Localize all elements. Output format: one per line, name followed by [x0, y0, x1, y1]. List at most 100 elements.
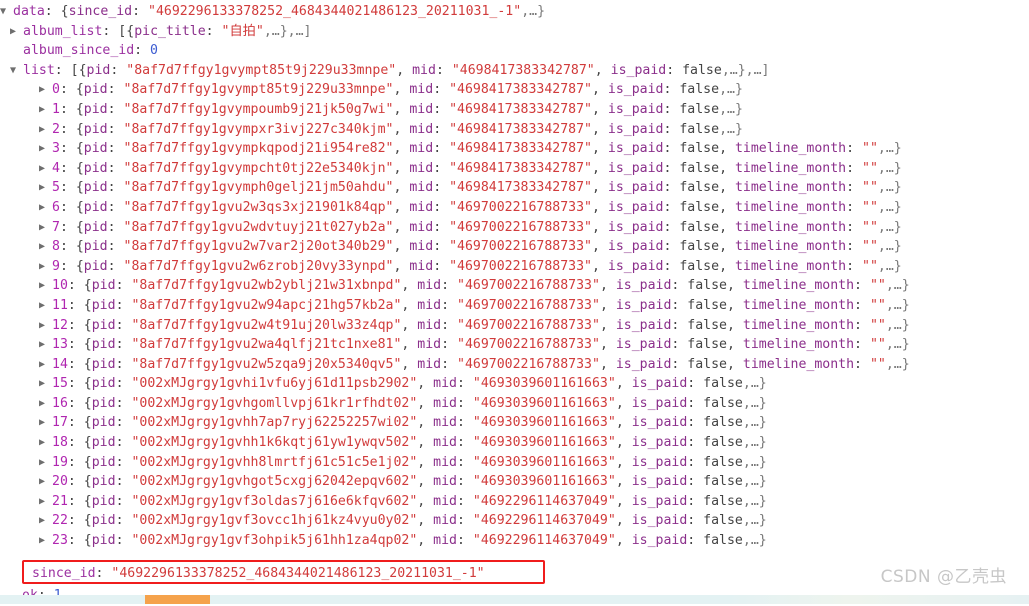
- collapse-triangle-right-icon[interactable]: ▶: [39, 374, 52, 394]
- scrollbar-thumb[interactable]: [145, 595, 210, 604]
- collapse-triangle-right-icon[interactable]: ▶: [39, 237, 52, 257]
- collapse-triangle-right-icon[interactable]: ▶: [39, 492, 52, 512]
- punct-colon-is-paid: :: [687, 533, 704, 549]
- collapse-triangle-right-icon[interactable]: ▶: [39, 394, 52, 414]
- tree-row-list-item[interactable]: ▶ 6: {pid: "8af7d7ffgy1gvu2w3qs3xj21901k8…: [0, 198, 1029, 218]
- punct-comma-1: ,: [401, 356, 418, 372]
- collapse-triangle-right-icon[interactable]: ▶: [39, 100, 52, 120]
- json-tree-viewer[interactable]: ▼ data: {since_id: "4692296133378252_4684…: [0, 0, 1029, 596]
- row-tail-ellipsis: ,…}: [742, 376, 767, 392]
- collapse-triangle-right-icon[interactable]: ▶: [10, 22, 23, 42]
- key-pid: pid: [91, 278, 116, 294]
- tree-row-list-item[interactable]: ▶ 18: {pid: "002xMJgrgy1gvhh1k6kqtj61yw1y…: [0, 433, 1029, 453]
- collapse-triangle-right-icon[interactable]: ▶: [39, 80, 52, 100]
- collapse-triangle-right-icon[interactable]: ▶: [39, 355, 52, 375]
- key-timeline-month: timeline_month: [734, 258, 847, 274]
- punct-colon-mid: :: [441, 297, 458, 313]
- collapse-triangle-right-icon[interactable]: ▶: [39, 120, 52, 140]
- tree-row-list-item[interactable]: ▶ 7: {pid: "8af7d7ffgy1gvu2wdvtuyj21t027y…: [0, 218, 1029, 238]
- key-mid: mid: [417, 337, 442, 353]
- punct-open-brace: {: [83, 493, 92, 509]
- key-is-paid: is_paid: [615, 297, 672, 313]
- list-item-index: 19: [52, 454, 68, 470]
- collapse-triangle-right-icon[interactable]: ▶: [39, 178, 52, 198]
- tree-row-list-item[interactable]: ▶ 17: {pid: "002xMJgrgy1gvhh7ap7ryj622522…: [0, 413, 1029, 433]
- collapse-triangle-right-icon[interactable]: ▶: [39, 453, 52, 473]
- tree-row-list-item[interactable]: ▶ 23: {pid: "002xMJgrgy1gvf3ohpik5j61hh1z…: [0, 531, 1029, 551]
- collapse-triangle-right-icon[interactable]: ▶: [39, 511, 52, 531]
- tree-row-list-item[interactable]: ▶ 9: {pid: "8af7d7ffgy1gvu2w6zrobj20vy33y…: [0, 257, 1029, 277]
- tree-row-list-item[interactable]: ▶ 11: {pid: "8af7d7ffgy1gvu2w94apcj21hg57…: [0, 296, 1029, 316]
- collapse-triangle-right-icon[interactable]: ▶: [39, 296, 52, 316]
- tree-row-list-item[interactable]: ▶ 5: {pid: "8af7d7ffgy1gvymph0gelj21jm50a…: [0, 178, 1029, 198]
- punct-colon-pid: :: [115, 337, 132, 353]
- value-mid: "4697002216788733": [457, 297, 600, 313]
- tree-row-list-item[interactable]: ▶ 20: {pid: "002xMJgrgy1gvhgot5cxgj62042e…: [0, 472, 1029, 492]
- collapse-triangle-right-icon[interactable]: ▶: [39, 218, 52, 238]
- list-item-index: 21: [52, 493, 68, 509]
- value-pid: "8af7d7ffgy1gvympcht0tj22e5340kjn": [123, 160, 394, 176]
- punct-colon-is-paid: :: [687, 474, 704, 490]
- punct-comma-1: ,: [417, 474, 434, 490]
- punct-open-brace: {: [83, 415, 92, 431]
- list-item-index: 18: [52, 435, 68, 451]
- key-pid: pid: [83, 199, 108, 215]
- horizontal-scrollbar[interactable]: [0, 595, 1029, 604]
- collapse-triangle-right-icon[interactable]: ▶: [39, 531, 52, 551]
- tree-row-list-item[interactable]: ▶ 2: {pid: "8af7d7ffgy1gvympxr3ivj227c340…: [0, 120, 1029, 140]
- collapse-triangle-right-icon[interactable]: ▶: [39, 257, 52, 277]
- collapse-triangle-right-icon[interactable]: ▶: [39, 159, 52, 179]
- tree-row-album-list[interactable]: ▶ album_list: [{pic_title: "自拍",…},…]: [0, 22, 1029, 42]
- collapse-triangle-right-icon[interactable]: ▶: [39, 198, 52, 218]
- tree-row-data[interactable]: ▼ data: {since_id: "4692296133378252_4684…: [0, 2, 1029, 22]
- punct-colon-is-paid: :: [671, 297, 688, 313]
- collapse-triangle-right-icon[interactable]: ▶: [39, 433, 52, 453]
- punct-comma-1: ,: [393, 121, 410, 137]
- collapse-triangle-right-icon[interactable]: ▶: [39, 413, 52, 433]
- expand-triangle-down-icon[interactable]: ▼: [0, 2, 13, 22]
- collapse-triangle-right-icon[interactable]: ▶: [39, 139, 52, 159]
- tree-row-list-item[interactable]: ▶ 8: {pid: "8af7d7ffgy1gvu2w7var2j20ot340…: [0, 237, 1029, 257]
- tree-row-list-item[interactable]: ▶ 12: {pid: "8af7d7ffgy1gvu2w4t91uj20lw33…: [0, 316, 1029, 336]
- tree-row-list-item[interactable]: ▶ 21: {pid: "002xMJgrgy1gvf3oldas7j616e6k…: [0, 492, 1029, 512]
- value-mid: "4693039601161663": [472, 435, 616, 451]
- punct-colon-3: :: [435, 62, 452, 78]
- tree-row-list[interactable]: ▼ list: [{pid: "8af7d7ffgy1gvympt85t9j229…: [0, 61, 1029, 81]
- tree-row-list-item[interactable]: ▶ 14: {pid: "8af7d7ffgy1gvu2w5zqa9j20x534…: [0, 355, 1029, 375]
- punct-colon-is-paid: :: [687, 376, 704, 392]
- collapse-triangle-right-icon[interactable]: ▶: [39, 316, 52, 336]
- value-is-paid: false: [703, 435, 743, 451]
- value-is-paid: false: [679, 160, 720, 176]
- key-is-paid: is_paid: [610, 62, 667, 78]
- value-is-paid: false: [703, 533, 743, 549]
- value-is-paid: false: [682, 62, 722, 78]
- punct-comma-2: ,: [592, 101, 608, 117]
- list-item-index: 2: [52, 121, 60, 137]
- value-pid: "002xMJgrgy1gvhh8lmrtfj61c51c5e1j02": [131, 454, 418, 470]
- list-item-index: 5: [52, 180, 60, 196]
- collapse-triangle-right-icon[interactable]: ▶: [39, 335, 52, 355]
- punct-colon: :: [67, 376, 84, 392]
- since-id-row: since_id: "4692296133378252_468434402148…: [32, 564, 485, 584]
- tree-row-list-item[interactable]: ▶ 19: {pid: "002xMJgrgy1gvhh8lmrtfj61c51c…: [0, 453, 1029, 473]
- key-is-paid: is_paid: [631, 454, 688, 470]
- collapse-triangle-right-icon[interactable]: ▶: [39, 472, 52, 492]
- tree-row-list-item[interactable]: ▶ 3: {pid: "8af7d7ffgy1gvympkqpodj21i954r…: [0, 139, 1029, 159]
- expand-triangle-down-icon[interactable]: ▼: [10, 61, 23, 81]
- tree-row-list-item[interactable]: ▶ 1: {pid: "8af7d7ffgy1gvympoumb9j21jk50g…: [0, 100, 1029, 120]
- punct-colon-mid: :: [433, 180, 450, 196]
- tree-row-list-item[interactable]: ▶ 22: {pid: "002xMJgrgy1gvf3ovcc1hj61kz4v…: [0, 511, 1029, 531]
- punct-colon-pid: :: [115, 297, 132, 313]
- key-mid: mid: [417, 297, 442, 313]
- list-item-index: 1: [52, 101, 60, 117]
- tree-row-list-item[interactable]: ▶ 16: {pid: "002xMJgrgy1gvhgomllvpj61kr1r…: [0, 394, 1029, 414]
- tree-row-list-item[interactable]: ▶ 13: {pid: "8af7d7ffgy1gvu2wa4qlfj21tc1n…: [0, 335, 1029, 355]
- tree-row-list-item[interactable]: ▶ 0: {pid: "8af7d7ffgy1gvympt85t9j229u33m…: [0, 80, 1029, 100]
- value-is-paid: false: [687, 356, 727, 372]
- punct-colon-mid: :: [433, 258, 450, 274]
- tree-row-list-item[interactable]: ▶ 15: {pid: "002xMJgrgy1gvhi1vfu6yj61d11p…: [0, 374, 1029, 394]
- tree-row-list-item[interactable]: ▶ 4: {pid: "8af7d7ffgy1gvympcht0tj22e5340…: [0, 159, 1029, 179]
- tree-row-list-item[interactable]: ▶ 10: {pid: "8af7d7ffgy1gvu2wb2yblj21w31x…: [0, 276, 1029, 296]
- punct-comma-1: ,: [393, 219, 410, 235]
- collapse-triangle-right-icon[interactable]: ▶: [39, 276, 52, 296]
